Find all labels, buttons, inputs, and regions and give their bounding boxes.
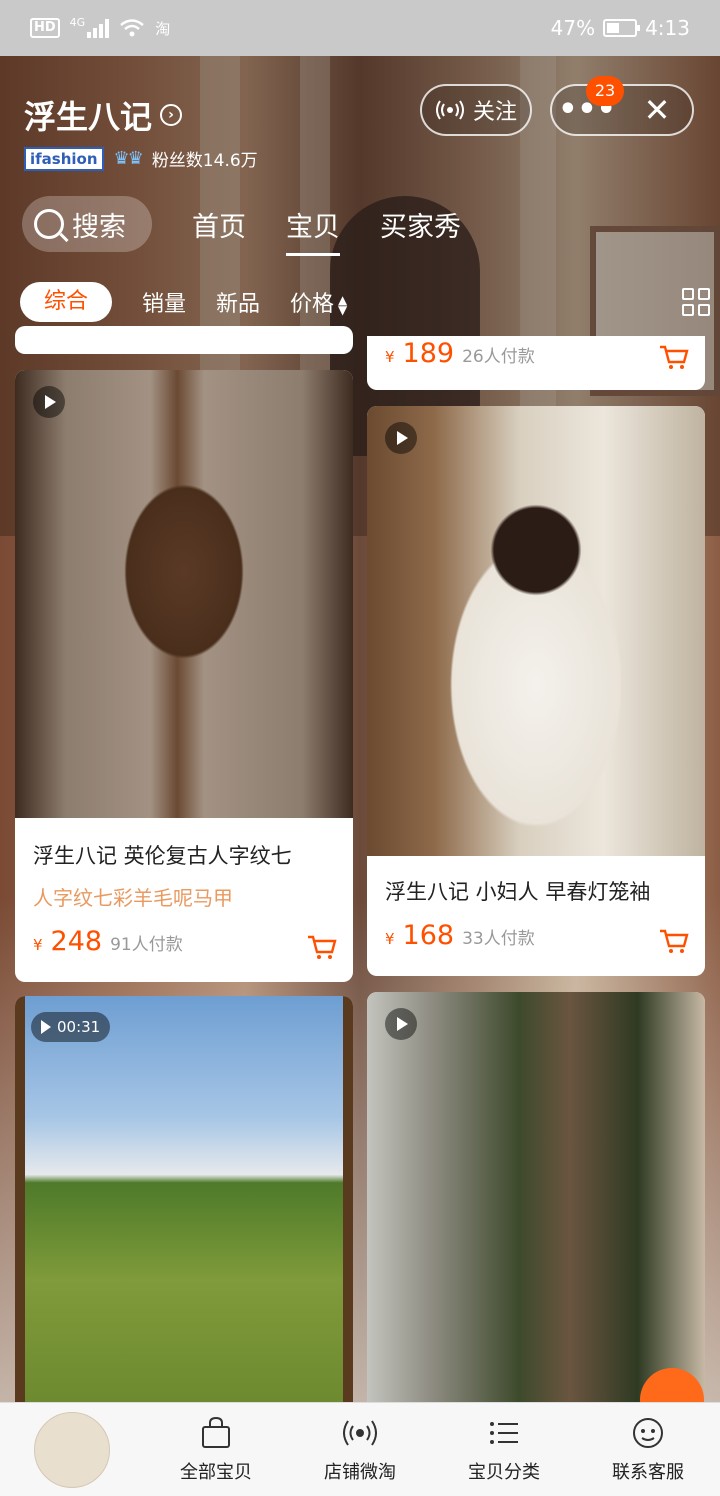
filter-sales[interactable]: 销量 — [142, 286, 186, 318]
currency-symbol: ¥ — [385, 348, 395, 366]
bottom-item-label: 店铺微淘 — [324, 1461, 396, 1483]
product-image — [367, 406, 705, 856]
product-price: 168 — [402, 920, 455, 951]
shop-name-text: 浮生八记 — [24, 98, 153, 136]
filter-new[interactable]: 新品 — [216, 286, 260, 318]
tab-buyer-show[interactable]: 买家秀 — [380, 205, 461, 244]
price-row: ¥ 168 33人付款 — [385, 920, 535, 951]
price-row: ¥ 248 91人付款 — [33, 926, 183, 957]
follow-label: 关注 — [472, 100, 517, 125]
price-row: ¥ 189 26人付款 — [385, 338, 535, 369]
bottom-item-all-products[interactable]: 全部宝贝 — [144, 1403, 288, 1496]
cart-icon[interactable] — [659, 928, 689, 954]
shop-meta: ifashion ♛♛ 粉丝数14.6万 — [24, 146, 258, 171]
bottom-item-label: 联系客服 — [612, 1461, 684, 1483]
currency-symbol: ¥ — [33, 936, 43, 954]
hd-indicator: HD — [30, 18, 60, 38]
wifi-icon — [120, 19, 144, 37]
follow-button[interactable]: 关注 — [420, 84, 532, 136]
broadcast-icon — [435, 100, 464, 120]
signal-icon — [87, 18, 110, 38]
product-card-2[interactable]: 浮生八记 英伦复古人字纹七 人字纹七彩羊毛呢马甲 ¥ 248 91人付款 — [15, 370, 353, 982]
status-bar: HD 4G 淘 47% 4:13 — [0, 0, 720, 56]
play-icon — [33, 386, 65, 418]
taobao-notification-icon: 淘 — [155, 19, 171, 38]
list-icon — [490, 1421, 518, 1444]
shop-logo[interactable] — [0, 1403, 144, 1496]
clock: 4:13 — [645, 16, 690, 40]
product-price: 248 — [50, 926, 103, 957]
product-image — [15, 370, 353, 818]
play-icon — [385, 422, 417, 454]
filter-comprehensive[interactable]: 综合 — [20, 282, 112, 322]
bottom-item-customer-service[interactable]: 联系客服 — [576, 1403, 720, 1496]
ifashion-badge: ifashion — [24, 146, 104, 171]
bottom-item-label: 宝贝分类 — [468, 1461, 540, 1483]
filter-price-label: 价格 — [290, 292, 335, 317]
search-button[interactable]: 搜索 — [22, 196, 152, 252]
product-card-1[interactable]: ¥ 189 26人付款 — [367, 336, 705, 390]
filter-price[interactable]: 价格 ▲ ▼ — [290, 286, 347, 318]
shop-logo-image — [34, 1411, 110, 1488]
broadcast-icon — [343, 1419, 377, 1446]
tab-home[interactable]: 首页 — [192, 205, 246, 244]
sort-filter-bar: 综合 销量 新品 价格 ▲ ▼ — [20, 282, 710, 322]
cart-icon[interactable] — [307, 934, 337, 960]
sort-arrows-icon: ▲ ▼ — [338, 293, 348, 317]
shop-nav: 搜索 首页 宝贝 买家秀 — [22, 196, 461, 256]
sold-count: 33人付款 — [462, 929, 535, 949]
product-card-5[interactable] — [367, 992, 705, 1402]
battery-icon — [603, 19, 641, 37]
product-card-3[interactable]: 浮生八记 小妇人 早春灯笼袖 ¥ 168 33人付款 — [367, 406, 705, 976]
product-card-partial[interactable] — [15, 326, 353, 354]
product-card-4[interactable]: 00:31 — [15, 996, 353, 1402]
product-image — [367, 992, 705, 1402]
battery-percent: 47% — [550, 16, 596, 40]
cart-icon[interactable] — [659, 344, 689, 370]
currency-symbol: ¥ — [385, 930, 395, 948]
tab-products[interactable]: 宝贝 — [286, 205, 340, 256]
crown-level-icon: ♛♛ — [113, 148, 144, 169]
play-icon — [385, 1008, 417, 1040]
bottom-item-shop-feed[interactable]: 店铺微淘 — [288, 1403, 432, 1496]
video-duration: 00:31 — [31, 1012, 111, 1042]
bottom-item-label: 全部宝贝 — [180, 1461, 252, 1483]
product-title: 浮生八记 小妇人 早春灯笼袖 — [385, 880, 651, 904]
bottom-item-categories[interactable]: 宝贝分类 — [432, 1403, 576, 1496]
close-icon[interactable]: ✕ — [622, 90, 692, 130]
shop-name[interactable]: 浮生八记 › — [24, 92, 183, 138]
product-title: 浮生八记 英伦复古人字纹七 — [33, 844, 292, 868]
product-price: 189 — [402, 338, 455, 369]
search-icon — [34, 209, 64, 239]
bottom-bar: 全部宝贝 店铺微淘 宝贝分类 联系客服 — [0, 1402, 720, 1496]
network-type: 4G — [69, 15, 86, 29]
sold-count: 26人付款 — [462, 347, 535, 367]
chat-icon — [633, 1417, 663, 1448]
fans-count: 粉丝数14.6万 — [151, 151, 258, 171]
product-subtitle: 人字纹七彩羊毛呢马甲 — [33, 886, 233, 910]
chevron-right-icon: › — [160, 104, 183, 126]
sold-count: 91人付款 — [110, 935, 183, 955]
grid-view-icon[interactable] — [682, 288, 710, 316]
shopping-bag-icon — [202, 1416, 230, 1448]
product-image — [15, 996, 353, 1402]
search-label: 搜索 — [72, 211, 126, 243]
message-count-badge: 23 — [586, 76, 624, 106]
